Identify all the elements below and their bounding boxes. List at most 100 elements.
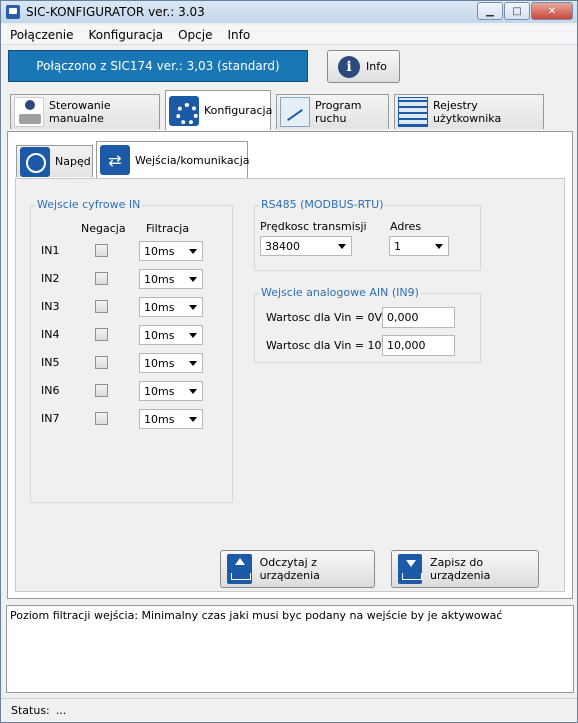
message-area: Poziom filtracji wejścia: Minimalny czas…	[6, 605, 574, 693]
v10-label: Wartosc dla Vin = 10V:	[266, 339, 392, 352]
read-button-label: Odczytaj z urządzenia	[259, 556, 320, 582]
filter-select[interactable]: 10ms	[139, 325, 203, 345]
baud-rate-select[interactable]: 38400	[260, 236, 352, 256]
digital-inputs-title: Wejscie cyfrowe IN	[35, 198, 143, 211]
filter-select[interactable]: 10ms	[139, 353, 203, 373]
filter-select[interactable]: 10ms	[139, 241, 203, 261]
input-name: IN2	[41, 272, 60, 285]
filter-select[interactable]: 10ms	[139, 297, 203, 317]
status-bar: Status: ...	[1, 698, 577, 722]
maximize-icon[interactable]: □	[504, 2, 530, 20]
negation-checkbox[interactable]	[95, 300, 108, 313]
dropdown-arrow-icon	[189, 361, 197, 366]
digital-inputs-group: Wejscie cyfrowe IN Negacja Filtracja IN1…	[30, 198, 233, 503]
filter-value: 10ms	[144, 412, 175, 426]
window-controls: ▁ □ ✕	[476, 2, 573, 20]
analog-input-group: Wejscie analogowe AIN (IN9) Wartosc dla …	[254, 286, 481, 363]
v10-input[interactable]: 10,000	[382, 335, 455, 356]
dropdown-arrow-icon	[189, 249, 197, 254]
tab-label: Wejścia/komunikacja	[135, 153, 250, 167]
dropdown-arrow-icon	[189, 305, 197, 310]
v0-input[interactable]: 0,000	[382, 307, 455, 328]
filter-value: 10ms	[144, 384, 175, 398]
io-arrows-icon: ⇄	[100, 145, 130, 175]
menu-info[interactable]: Info	[221, 28, 256, 42]
app-icon	[6, 5, 20, 19]
filter-select[interactable]: 10ms	[139, 381, 203, 401]
rs485-title: RS485 (MODBUS-RTU)	[259, 198, 386, 211]
dropdown-arrow-icon	[435, 244, 443, 249]
input-name: IN4	[41, 328, 60, 341]
tab-label: Konfiguracja	[204, 104, 273, 117]
tab-wejscia-komunikacja[interactable]: ⇄ Wejścia/komunikacja	[96, 141, 250, 178]
negation-header: Negacja	[81, 222, 126, 235]
info-button[interactable]: i Info	[327, 50, 400, 83]
negation-checkbox[interactable]	[95, 272, 108, 285]
v0-label: Wartosc dla Vin = 0V:	[266, 311, 385, 324]
drive-icon	[20, 146, 50, 177]
tab-label: Sterowanie manualne	[49, 99, 111, 125]
write-button-label: Zapisz do urządzenia	[430, 556, 491, 582]
address-label: Adres	[390, 220, 422, 233]
tab-konfiguracja[interactable]: Konfiguracja	[165, 90, 273, 130]
negation-checkbox[interactable]	[95, 328, 108, 341]
registers-grid-icon	[398, 97, 428, 127]
connection-status: Połączono z SIC174 ver.: 3,03 (standard)	[8, 50, 308, 82]
filter-select[interactable]: 10ms	[139, 269, 203, 289]
joystick-icon	[14, 97, 44, 127]
tab-label: Rejestry użytkownika	[433, 99, 502, 125]
input-name: IN5	[41, 356, 60, 369]
gear-icon	[169, 95, 199, 126]
filter-value: 10ms	[144, 300, 175, 314]
analog-input-title: Wejscie analogowe AIN (IN9)	[259, 286, 421, 299]
main-window: SIC-KONFIGURATOR ver.: 3.03 ▁ □ ✕ Połącz…	[0, 0, 578, 723]
menu-bar: Połączenie Konfiguracja Opcje Info	[1, 25, 577, 45]
close-icon[interactable]: ✕	[531, 2, 573, 20]
tab-label: Napęd	[55, 155, 91, 168]
filter-select[interactable]: 10ms	[139, 409, 203, 429]
dropdown-arrow-icon	[189, 333, 197, 338]
minimize-icon[interactable]: ▁	[477, 2, 503, 20]
info-icon: i	[338, 55, 360, 78]
negation-checkbox[interactable]	[95, 356, 108, 369]
download-device-icon	[398, 554, 423, 584]
status-label: Status:	[11, 704, 50, 717]
menu-opcje[interactable]: Opcje	[172, 28, 218, 42]
read-from-device-button[interactable]: Odczytaj z urządzenia	[220, 550, 375, 588]
input-name: IN7	[41, 412, 60, 425]
input-name: IN3	[41, 300, 60, 313]
rs485-group: RS485 (MODBUS-RTU) Prędkosc transmisji 3…	[254, 198, 481, 271]
info-button-label: Info	[366, 60, 387, 73]
io-settings-area: Wejscie cyfrowe IN Negacja Filtracja IN1…	[15, 178, 565, 592]
filter-value: 10ms	[144, 272, 175, 286]
dropdown-arrow-icon	[338, 244, 346, 249]
negation-checkbox[interactable]	[95, 244, 108, 257]
address-select[interactable]: 1	[389, 236, 449, 256]
tab-label: Program ruchu	[315, 99, 362, 125]
tab-sterowanie-manualne[interactable]: Sterowanie manualne	[10, 94, 160, 129]
input-name: IN6	[41, 384, 60, 397]
tab-naped[interactable]: Napęd	[16, 145, 93, 177]
filter-header: Filtracja	[146, 222, 190, 235]
filter-value: 10ms	[144, 244, 175, 258]
input-name: IN1	[41, 244, 60, 257]
negation-checkbox[interactable]	[95, 412, 108, 425]
konfiguracja-panel: Napęd ⇄ Wejścia/komunikacja Wejscie cyfr…	[7, 131, 573, 599]
status-value: ...	[55, 704, 67, 717]
menu-polaczenie[interactable]: Połączenie	[4, 28, 80, 42]
baud-rate-value: 38400	[265, 239, 300, 253]
tab-rejestry-uzytkownika[interactable]: Rejestry użytkownika	[394, 94, 544, 129]
filter-value: 10ms	[144, 356, 175, 370]
upload-device-icon	[227, 554, 252, 584]
dropdown-arrow-icon	[189, 389, 197, 394]
dropdown-arrow-icon	[189, 277, 197, 282]
title-bar: SIC-KONFIGURATOR ver.: 3.03 ▁ □ ✕	[1, 1, 577, 23]
tab-program-ruchu[interactable]: Program ruchu	[276, 94, 389, 129]
negation-checkbox[interactable]	[95, 384, 108, 397]
address-value: 1	[394, 239, 401, 253]
baud-rate-label: Prędkosc transmisji	[260, 220, 367, 233]
write-to-device-button[interactable]: Zapisz do urządzenia	[391, 550, 539, 588]
motion-chart-icon	[280, 97, 310, 127]
dropdown-arrow-icon	[189, 417, 197, 422]
menu-konfiguracja[interactable]: Konfiguracja	[83, 28, 170, 42]
